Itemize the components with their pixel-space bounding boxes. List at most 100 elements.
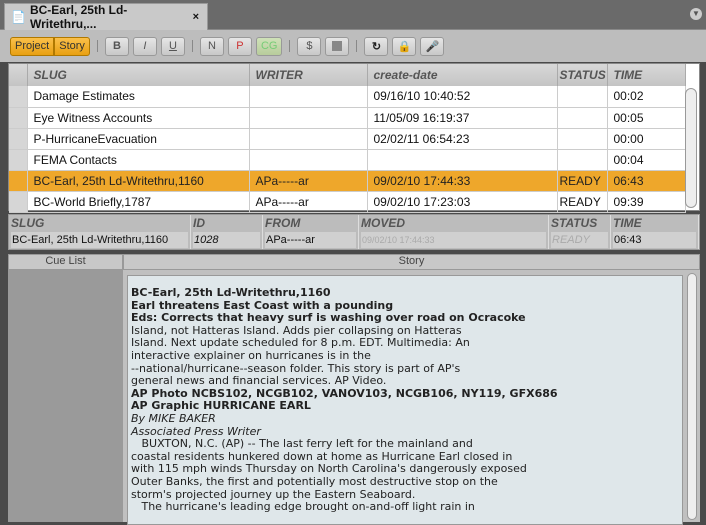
- moved-field[interactable]: 09/02/10 17:44:33: [361, 232, 546, 248]
- divider: [191, 40, 193, 52]
- cell-create-date: 02/02/11 06:54:23: [367, 128, 558, 150]
- stop-icon[interactable]: [325, 36, 350, 56]
- cell-writer: [249, 107, 368, 129]
- story-text-editor[interactable]: BC-Earl, 25th Ld-Writethru,1160 Earl thre…: [127, 275, 683, 525]
- cell-writer: [249, 149, 368, 171]
- time-label: TIME: [613, 216, 642, 230]
- table-row[interactable]: BC-World Briefly,1787 APa-----ar 09/02/10 …: [9, 191, 686, 213]
- document-icon: 📄: [11, 10, 26, 24]
- divider: [289, 40, 291, 52]
- story-line: Outer Banks, the first and potentially m…: [131, 474, 498, 488]
- cell-create-date: 11/05/09 16:19:37: [367, 107, 558, 129]
- cell-writer: [249, 86, 368, 108]
- story-pane: BC-Earl, 25th Ld-Writethru,1160 Earl thre…: [123, 270, 700, 525]
- cell-create-date: 09/16/10 10:40:52: [367, 86, 558, 108]
- cue-list-header[interactable]: Cue List: [8, 254, 123, 270]
- story-line: BC-Earl, 25th Ld-Writethru,1160: [131, 286, 331, 299]
- row-indicator[interactable]: [9, 107, 28, 129]
- row-indicator[interactable]: [9, 86, 28, 108]
- table-row[interactable]: FEMA Contacts 00:04: [9, 149, 686, 171]
- panel-menu-icon[interactable]: ▼: [690, 8, 702, 20]
- status-label: STATUS: [551, 216, 598, 230]
- column-header-create-date[interactable]: create-date: [367, 64, 558, 86]
- id-field: 1028: [193, 232, 260, 248]
- cell-slug: P-HurricaneEvacuation: [27, 128, 250, 150]
- tab-title: BC-Earl, 25th Ld-Writethru,...: [29, 3, 128, 31]
- toolbar: Project Story B I U N P CG $ ↻ 🔒 🎤: [0, 30, 706, 62]
- cell-status: [557, 86, 608, 108]
- status-field: READY: [551, 232, 608, 248]
- underline-button[interactable]: U: [160, 36, 185, 56]
- table-row[interactable]: BC-Earl, 25th Ld-Writethru,1160 APa-----a…: [9, 170, 686, 192]
- divider: [356, 40, 358, 52]
- story-pane-header[interactable]: Story: [123, 254, 700, 270]
- story-info-bar: SLUG BC-Earl, 25th Ld-Writethru,1160 ID 10…: [8, 214, 700, 250]
- cell-time: 09:39: [607, 191, 686, 213]
- story-line: Eds: Corrects that heavy surf is washing…: [131, 311, 526, 325]
- column-header-slug[interactable]: SLUG: [27, 64, 250, 86]
- table-row[interactable]: P-HurricaneEvacuation 02/02/11 06:54:23 00…: [9, 128, 686, 150]
- story-line: general news and financial services. AP …: [131, 374, 387, 388]
- bold-button[interactable]: B: [104, 36, 129, 56]
- story-tab[interactable]: 📄 BC-Earl, 25th Ld-Writethru,... ×: [4, 3, 208, 31]
- cue-list-pane[interactable]: [8, 270, 123, 522]
- p-button[interactable]: P: [227, 36, 252, 56]
- cell-time: 00:04: [607, 149, 686, 171]
- story-button[interactable]: Story: [54, 36, 90, 56]
- cell-create-date: 09/02/10 17:23:03: [367, 191, 558, 213]
- cell-status: [557, 107, 608, 129]
- cell-slug: Eye Witness Accounts: [27, 107, 250, 129]
- column-header-time[interactable]: TIME: [607, 64, 686, 86]
- id-label: ID: [193, 216, 205, 230]
- microphone-icon[interactable]: 🎤: [420, 36, 445, 56]
- close-icon[interactable]: ×: [193, 11, 199, 23]
- story-scrollbar[interactable]: [687, 273, 697, 520]
- cell-slug: FEMA Contacts: [27, 149, 250, 171]
- from-label: FROM: [265, 216, 301, 230]
- cell-writer: APa-----ar: [249, 170, 368, 192]
- cell-slug: BC-World Briefly,1787: [27, 191, 250, 213]
- cell-time: 00:00: [607, 128, 686, 150]
- table-scrollbar[interactable]: [685, 88, 697, 208]
- lock-icon[interactable]: 🔒: [392, 36, 417, 56]
- n-button[interactable]: N: [199, 36, 224, 56]
- italic-button[interactable]: I: [132, 36, 157, 56]
- row-indicator[interactable]: [9, 170, 28, 192]
- project-button[interactable]: Project: [10, 36, 55, 56]
- tab-bar: 📄 BC-Earl, 25th Ld-Writethru,... × ▼: [0, 0, 706, 31]
- cell-status: [557, 128, 608, 150]
- story-line: The hurricane's leading edge brought on-…: [131, 500, 475, 514]
- story-table: SLUG WRITER create-date STATUS TIME Dama…: [8, 63, 700, 213]
- cell-time: 06:43: [607, 170, 686, 192]
- cell-status: READY: [557, 170, 608, 192]
- column-header-status[interactable]: STATUS: [557, 64, 608, 86]
- cell-status: [557, 149, 608, 171]
- story-line: BUXTON, N.C. (AP) -- The last ferry left…: [131, 437, 473, 451]
- refresh-icon[interactable]: ↻: [364, 36, 389, 56]
- slug-field[interactable]: BC-Earl, 25th Ld-Writethru,1160: [11, 232, 188, 248]
- table-row[interactable]: Eye Witness Accounts 11/05/09 16:19:37 00:…: [9, 107, 686, 129]
- cg-button[interactable]: CG: [255, 36, 283, 56]
- cell-status: READY: [557, 191, 608, 213]
- row-indicator[interactable]: [9, 191, 28, 213]
- cell-writer: [249, 128, 368, 150]
- column-header-writer[interactable]: WRITER: [249, 64, 368, 86]
- production-cue-icon[interactable]: $: [297, 36, 322, 56]
- story-line: interactive explainer on hurricanes is i…: [131, 348, 371, 362]
- story-line: By MIKE BAKER: [131, 411, 216, 425]
- cell-create-date: [367, 149, 558, 171]
- slug-label: SLUG: [11, 216, 45, 230]
- time-field: 06:43: [613, 232, 696, 248]
- row-indicator[interactable]: [9, 128, 28, 150]
- cell-time: 00:05: [607, 107, 686, 129]
- cell-writer: APa-----ar: [249, 191, 368, 213]
- divider: [96, 40, 98, 52]
- table-row[interactable]: Damage Estimates 09/16/10 10:40:52 00:02: [9, 86, 686, 108]
- row-indicator-header: [9, 64, 28, 86]
- row-indicator[interactable]: [9, 149, 28, 171]
- cell-time: 00:02: [607, 86, 686, 108]
- cell-create-date: 09/02/10 17:44:33: [367, 170, 558, 192]
- moved-label: MOVED: [361, 216, 406, 230]
- cell-slug: BC-Earl, 25th Ld-Writethru,1160: [27, 170, 250, 192]
- cell-slug: Damage Estimates: [27, 86, 250, 108]
